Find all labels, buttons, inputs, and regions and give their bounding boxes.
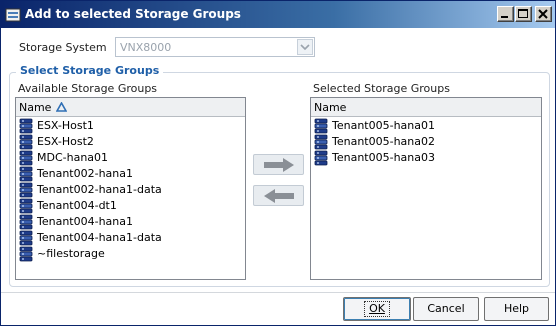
list-item-label: ~filestorage (37, 247, 105, 260)
available-groups-list[interactable]: Name ESX-Host1 ESX-Host2 MDC-hana01 Tenant0… (15, 97, 246, 280)
dialog-window: Add to selected Storage Groups Storage S… (0, 0, 556, 326)
arrow-left-icon (264, 189, 294, 203)
column-header-label: Name (314, 101, 347, 114)
list-item-label: Tenant004-dt1 (37, 199, 117, 212)
selected-groups-label: Selected Storage Groups (313, 82, 450, 95)
chevron-down-icon (297, 39, 313, 55)
list-item[interactable]: MDC-hana01 (16, 150, 245, 166)
list-item[interactable]: Tenant005-hana01 (311, 118, 541, 134)
list-item-label: Tenant005-hana02 (332, 135, 436, 148)
sort-ascending-icon (55, 101, 68, 115)
list-item-label: Tenant002-hana1-data (37, 183, 162, 196)
title-bar[interactable]: Add to selected Storage Groups (1, 1, 555, 28)
window-title: Add to selected Storage Groups (25, 7, 241, 21)
list-item-label: Tenant004-hana1 (37, 215, 134, 228)
list-item[interactable]: ESX-Host2 (16, 134, 245, 150)
storage-system-combo: VNX8000 (115, 37, 315, 57)
available-name-column-header[interactable]: Name (16, 98, 245, 117)
list-item[interactable]: Tenant002-hana1 (16, 166, 245, 182)
app-icon (5, 7, 21, 23)
list-item-label: Tenant005-hana03 (332, 151, 436, 164)
remove-from-selected-button[interactable] (253, 185, 304, 206)
list-item-label: Tenant005-hana01 (332, 119, 436, 132)
help-label: Help (503, 302, 530, 315)
arrow-right-icon (264, 158, 294, 172)
available-items: ESX-Host1 ESX-Host2 MDC-hana01 Tenant002-ha… (16, 118, 245, 262)
list-item[interactable]: Tenant002-hana1-data (16, 182, 245, 198)
ok-button[interactable]: OK (343, 297, 411, 321)
column-header-label: Name (19, 101, 52, 114)
list-item-label: Tenant004-hana1-data (37, 231, 162, 244)
list-item[interactable]: Tenant004-hana1-data (16, 230, 245, 246)
selected-items: Tenant005-hana01 Tenant005-hana02 Tenant00… (311, 118, 541, 166)
list-item[interactable]: Tenant005-hana03 (311, 150, 541, 166)
add-to-selected-button[interactable] (253, 154, 304, 175)
storage-system-value: VNX8000 (120, 41, 172, 54)
storage-group-icon (313, 150, 329, 171)
list-item[interactable]: ESX-Host1 (16, 118, 245, 134)
group-title: Select Storage Groups (16, 64, 164, 77)
storage-group-icon (18, 246, 34, 267)
list-item-label: MDC-hana01 (37, 151, 109, 164)
maximize-button[interactable] (515, 6, 532, 22)
selected-groups-list[interactable]: Name Tenant005-hana01 Tenant005-hana02 Ten… (310, 97, 542, 280)
list-item[interactable]: Tenant004-hana1 (16, 214, 245, 230)
close-button[interactable] (535, 6, 552, 22)
focus-rect (364, 301, 390, 317)
cancel-label: Cancel (427, 302, 465, 315)
minimize-button[interactable] (497, 6, 514, 22)
footer-divider (1, 292, 555, 293)
list-item[interactable]: ~filestorage (16, 246, 245, 262)
available-groups-label: Available Storage Groups (18, 82, 158, 95)
cancel-button[interactable]: Cancel (413, 297, 479, 321)
selected-name-column-header[interactable]: Name (311, 98, 541, 117)
list-item[interactable]: Tenant005-hana02 (311, 134, 541, 150)
help-button[interactable]: Help (484, 297, 549, 321)
list-item-label: ESX-Host2 (37, 135, 94, 148)
list-item-label: Tenant002-hana1 (37, 167, 134, 180)
list-item-label: ESX-Host1 (37, 119, 94, 132)
storage-system-label: Storage System (19, 41, 107, 54)
list-item[interactable]: Tenant004-dt1 (16, 198, 245, 214)
